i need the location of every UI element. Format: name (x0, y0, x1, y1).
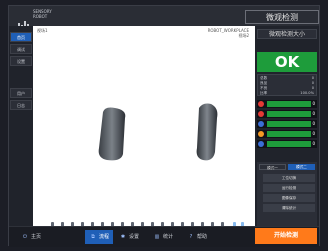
nav-item-home[interactable]: 首页 (10, 32, 32, 42)
network-icon: ⧉ (91, 234, 95, 240)
action-panel: 模式一 模式二 工位切换 运行检测 图像保存 清除统计 (257, 162, 317, 226)
tab-mode-1[interactable]: 模式一 (259, 164, 286, 170)
tools-icon: ✱ (120, 234, 126, 240)
clear-stats-button[interactable]: 清除统计 (263, 204, 315, 212)
status-value: 0 (312, 121, 315, 126)
viewport-label-right: ROBOT_WORKPLACE 视场2 (208, 28, 249, 39)
chart-icon: ▥ (154, 234, 160, 240)
nav-item-user[interactable]: 用户 (10, 88, 32, 98)
status-value: 0 (312, 131, 315, 136)
tab-mode-2[interactable]: 模式二 (288, 164, 315, 170)
bottom-help-label: 帮助 (197, 234, 208, 240)
bottom-settings-button[interactable]: ✱ 设置 (119, 230, 139, 244)
nav-item-debug[interactable]: 调试 (10, 44, 32, 54)
logo-line-2: ROBOT (33, 14, 48, 19)
stat-bad-value: 0 (311, 86, 314, 90)
status-dot-red (258, 111, 264, 117)
camera-viewport[interactable]: 视场1 ROBOT_WORKPLACE 视场2 (33, 26, 255, 242)
status-dot-orange (258, 131, 264, 137)
stat-rate-label: 比率 (260, 91, 268, 95)
stat-good-value: 0 (311, 81, 314, 85)
bottom-flow-button[interactable]: ⧉ 流程 (85, 230, 114, 244)
result-ok: OK (257, 52, 317, 72)
right-panel: 微观检测大小 OK 总数 0 良品 0 不良 0 比率 100.0% 0 0 0 (255, 26, 319, 226)
bottom-help-button[interactable]: ? 帮助 (187, 230, 207, 244)
status-value: 0 (312, 141, 315, 146)
logo-text: SENSORY ROBOT (33, 9, 52, 19)
bottom-flow-label: 流程 (99, 234, 110, 240)
viewport-label-left: 视场1 (37, 28, 48, 33)
status-value: 0 (312, 101, 315, 106)
part-image-right (196, 103, 218, 161)
status-dot-blue (258, 141, 264, 147)
status-row-4: 0 (257, 130, 317, 138)
title-bar: SENSORY ROBOT 微观检测 (9, 6, 319, 30)
run-detect-button[interactable]: 运行检测 (263, 184, 315, 192)
status-fill (267, 101, 311, 107)
status-row-2: 0 (257, 110, 317, 118)
help-icon: ? (189, 234, 193, 240)
stat-total-value: 0 (311, 76, 314, 80)
nav-item-settings[interactable]: 设置 (10, 56, 32, 66)
status-fill (267, 111, 311, 117)
part-image-left (98, 107, 126, 161)
switch-station-button[interactable]: 工位切换 (263, 174, 315, 182)
status-dot-blue (258, 121, 264, 127)
stat-rate-value: 100.0% (300, 91, 314, 95)
status-fill (267, 131, 311, 137)
power-icon: ⏻ (23, 234, 27, 240)
bottom-settings-label: 设置 (129, 234, 140, 240)
status-fill (267, 121, 311, 127)
status-value: 0 (312, 111, 315, 116)
app-title: 微观检测 (245, 10, 319, 24)
bottom-home-button[interactable]: ⏻ 主页 (21, 230, 41, 244)
status-row-1: 0 (257, 100, 317, 108)
status-row-3: 0 (257, 120, 317, 128)
stats-panel: 总数 0 良品 0 不良 0 比率 100.0% (257, 74, 317, 96)
status-row-5: 0 (257, 140, 317, 148)
bottom-home-label: 主页 (31, 234, 42, 240)
logo (15, 11, 30, 30)
status-fill (267, 141, 311, 147)
left-nav: 首页 调试 设置 用户 日志 (9, 26, 33, 226)
start-detect-button[interactable]: 开始检测 (255, 228, 317, 244)
viewport-label-right-2: 视场2 (238, 33, 249, 38)
bottom-stats-button[interactable]: ▥ 统计 (153, 230, 173, 244)
status-dot-red (258, 101, 264, 107)
bottom-stats-label: 统计 (163, 234, 174, 240)
save-image-button[interactable]: 图像保存 (263, 194, 315, 202)
main-window: SENSORY ROBOT 微观检测 首页 调试 设置 用户 日志 视场1 RO… (8, 5, 320, 247)
nav-item-log[interactable]: 日志 (10, 100, 32, 110)
model-select[interactable]: 微观检测大小 (257, 29, 317, 39)
